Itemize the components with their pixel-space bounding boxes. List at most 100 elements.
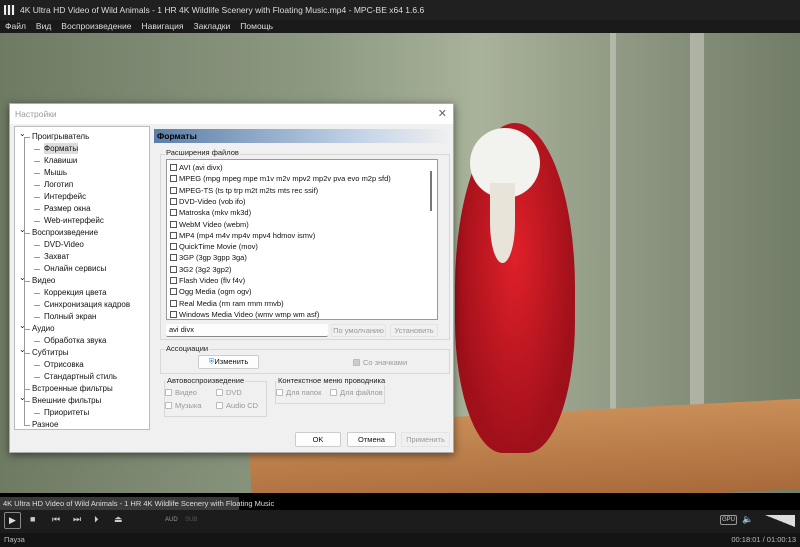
- default-button[interactable]: По умолчанию: [331, 324, 386, 337]
- audio-track-button[interactable]: AUD: [165, 517, 178, 523]
- volume-icon[interactable]: 🔈: [742, 514, 753, 525]
- tree-item[interactable]: Субтитры: [32, 347, 68, 358]
- checkbox-box[interactable]: [170, 265, 177, 273]
- tree-item[interactable]: Web-интерфейс: [44, 215, 104, 226]
- tree-item[interactable]: Стандартный стиль: [44, 371, 117, 382]
- play-button[interactable]: ▶: [4, 512, 21, 529]
- change-button[interactable]: ⛨Изменить: [198, 355, 259, 369]
- previous-button[interactable]: ⏮: [52, 514, 60, 525]
- checkbox-box[interactable]: [170, 197, 177, 205]
- autoplay-music-checkbox[interactable]: Музыка: [165, 401, 202, 410]
- format-item[interactable]: AVI (avi divx): [170, 162, 223, 173]
- list-scrollbar[interactable]: [430, 171, 432, 211]
- associations-label: Ассоциации: [165, 344, 210, 353]
- tree-item[interactable]: Встроенные фильтры: [32, 383, 113, 394]
- tree-item[interactable]: Аудио: [32, 323, 55, 334]
- format-item[interactable]: Real Media (rm ram rmm rmvb): [170, 298, 284, 309]
- format-label: 3GP (3gp 3gpp 3ga): [179, 253, 247, 263]
- checkbox-box[interactable]: [170, 277, 177, 284]
- menu-item[interactable]: Закладки: [193, 20, 230, 33]
- close-icon[interactable]: ✕: [438, 107, 447, 120]
- format-item[interactable]: 3G2 (3g2 3gp2): [170, 264, 232, 275]
- format-item[interactable]: MPEG-TS (ts tp trp m2t m2ts mts rec ssif…: [170, 185, 318, 196]
- checkbox-label: Музыка: [175, 401, 202, 410]
- format-item[interactable]: Flash Video (flv f4v): [170, 275, 245, 286]
- frame-step-button[interactable]: ⏵: [94, 514, 99, 525]
- menu-item[interactable]: Вид: [36, 20, 51, 33]
- tree-line: [34, 245, 40, 246]
- checkbox-box[interactable]: [170, 186, 177, 194]
- checkbox-box[interactable]: [170, 310, 177, 318]
- context-folders-checkbox[interactable]: Для папок: [276, 388, 321, 397]
- checkbox-box[interactable]: [170, 231, 177, 239]
- set-button[interactable]: Установить: [390, 324, 438, 337]
- menu-item[interactable]: Файл: [5, 20, 26, 33]
- next-button[interactable]: ⏭: [73, 514, 81, 525]
- menu-item[interactable]: Навигация: [141, 20, 183, 33]
- seek-bar[interactable]: 4K Ultra HD Video of Wild Animals - 1 HR…: [0, 497, 800, 510]
- checkbox-box[interactable]: [170, 175, 177, 183]
- tree-item[interactable]: Отрисовка: [44, 359, 84, 370]
- autoplay-audiocd-checkbox[interactable]: Audio CD: [216, 401, 258, 410]
- checkbox-box[interactable]: [170, 288, 177, 296]
- subtitle-button[interactable]: SUB: [185, 517, 197, 523]
- format-item[interactable]: Ogg Media (ogm ogv): [170, 286, 252, 297]
- format-item[interactable]: WebM Video (webm): [170, 219, 249, 230]
- checkbox-box: [216, 402, 223, 409]
- tree-item[interactable]: Видео: [32, 275, 55, 286]
- volume-slider[interactable]: [765, 515, 795, 527]
- context-files-checkbox[interactable]: Для файлов: [330, 388, 383, 397]
- cancel-button[interactable]: Отмена: [347, 432, 396, 447]
- tree-line: [34, 221, 40, 222]
- format-item[interactable]: 3GP (3gp 3gpp 3ga): [170, 252, 247, 263]
- format-item[interactable]: Windows Media Video (wmv wmp wm asf): [170, 309, 319, 319]
- checkbox-box[interactable]: [170, 220, 177, 228]
- checkbox-box[interactable]: [170, 209, 177, 217]
- title-bar: 4K Ultra HD Video of Wild Animals - 1 HR…: [0, 0, 800, 20]
- tree-item[interactable]: Мышь: [44, 167, 67, 178]
- with-icons-checkbox[interactable]: Со значками: [353, 358, 407, 367]
- format-item[interactable]: QuickTime Movie (mov): [170, 241, 258, 252]
- tree-item[interactable]: Клавиши: [44, 155, 77, 166]
- tree-item[interactable]: Проигрыватель: [32, 131, 89, 142]
- gpu-indicator: GPU: [720, 515, 738, 525]
- extensions-input[interactable]: avi divx: [166, 324, 328, 337]
- tree-item[interactable]: Полный экран: [44, 311, 96, 322]
- tree-item[interactable]: Воспроизведение: [32, 227, 98, 238]
- autoplay-dvd-checkbox[interactable]: DVD: [216, 388, 242, 397]
- menu-item[interactable]: Помощь: [240, 20, 273, 33]
- tree-line: [34, 257, 40, 258]
- tree-item[interactable]: Захват: [44, 251, 69, 262]
- ok-button[interactable]: OK: [295, 432, 341, 447]
- tree-item[interactable]: Интерфейс: [44, 191, 86, 202]
- checkbox-box[interactable]: [170, 299, 177, 307]
- tree-item[interactable]: DVD-Video: [44, 239, 84, 250]
- tree-item[interactable]: Внешние фильтры: [32, 395, 101, 406]
- tree-item[interactable]: Разное: [32, 419, 58, 430]
- eject-button[interactable]: ⏏: [114, 514, 123, 525]
- format-item[interactable]: MPEG (mpg mpeg mpe m1v m2v mpv2 mp2v pva…: [170, 173, 391, 184]
- tree-line: [24, 425, 30, 426]
- checkbox-box[interactable]: [170, 254, 177, 262]
- format-item[interactable]: Matroska (mkv mk3d): [170, 207, 251, 218]
- tree-item[interactable]: Коррекция цвета: [44, 287, 107, 298]
- tree-item[interactable]: Синхронизация кадров: [44, 299, 130, 310]
- stop-button[interactable]: ■: [30, 514, 35, 524]
- checkbox-box[interactable]: [170, 164, 177, 171]
- format-label: Ogg Media (ogm ogv): [179, 287, 252, 297]
- context-menu-label: Контекстное меню проводника: [277, 376, 387, 385]
- tree-item[interactable]: Обработка звука: [44, 335, 106, 346]
- apply-button[interactable]: Применить: [401, 432, 450, 447]
- tree-item[interactable]: Логотип: [44, 179, 73, 190]
- autoplay-video-checkbox[interactable]: Видео: [165, 388, 197, 397]
- tree-item[interactable]: Онлайн сервисы: [44, 263, 106, 274]
- format-item[interactable]: MP4 (mp4 m4v mp4v mpv4 hdmov ismv): [170, 230, 315, 241]
- tree-item[interactable]: Форматы: [44, 143, 79, 154]
- tree-item[interactable]: Приоритеты: [44, 407, 89, 418]
- menu-item[interactable]: Воспроизведение: [61, 20, 131, 33]
- checkbox-box[interactable]: [170, 243, 177, 251]
- tree-line: [34, 185, 40, 186]
- format-item[interactable]: DVD-Video (vob ifo): [170, 196, 246, 207]
- tree-item[interactable]: Размер окна: [44, 203, 91, 214]
- format-label: Matroska (mkv mk3d): [179, 208, 252, 218]
